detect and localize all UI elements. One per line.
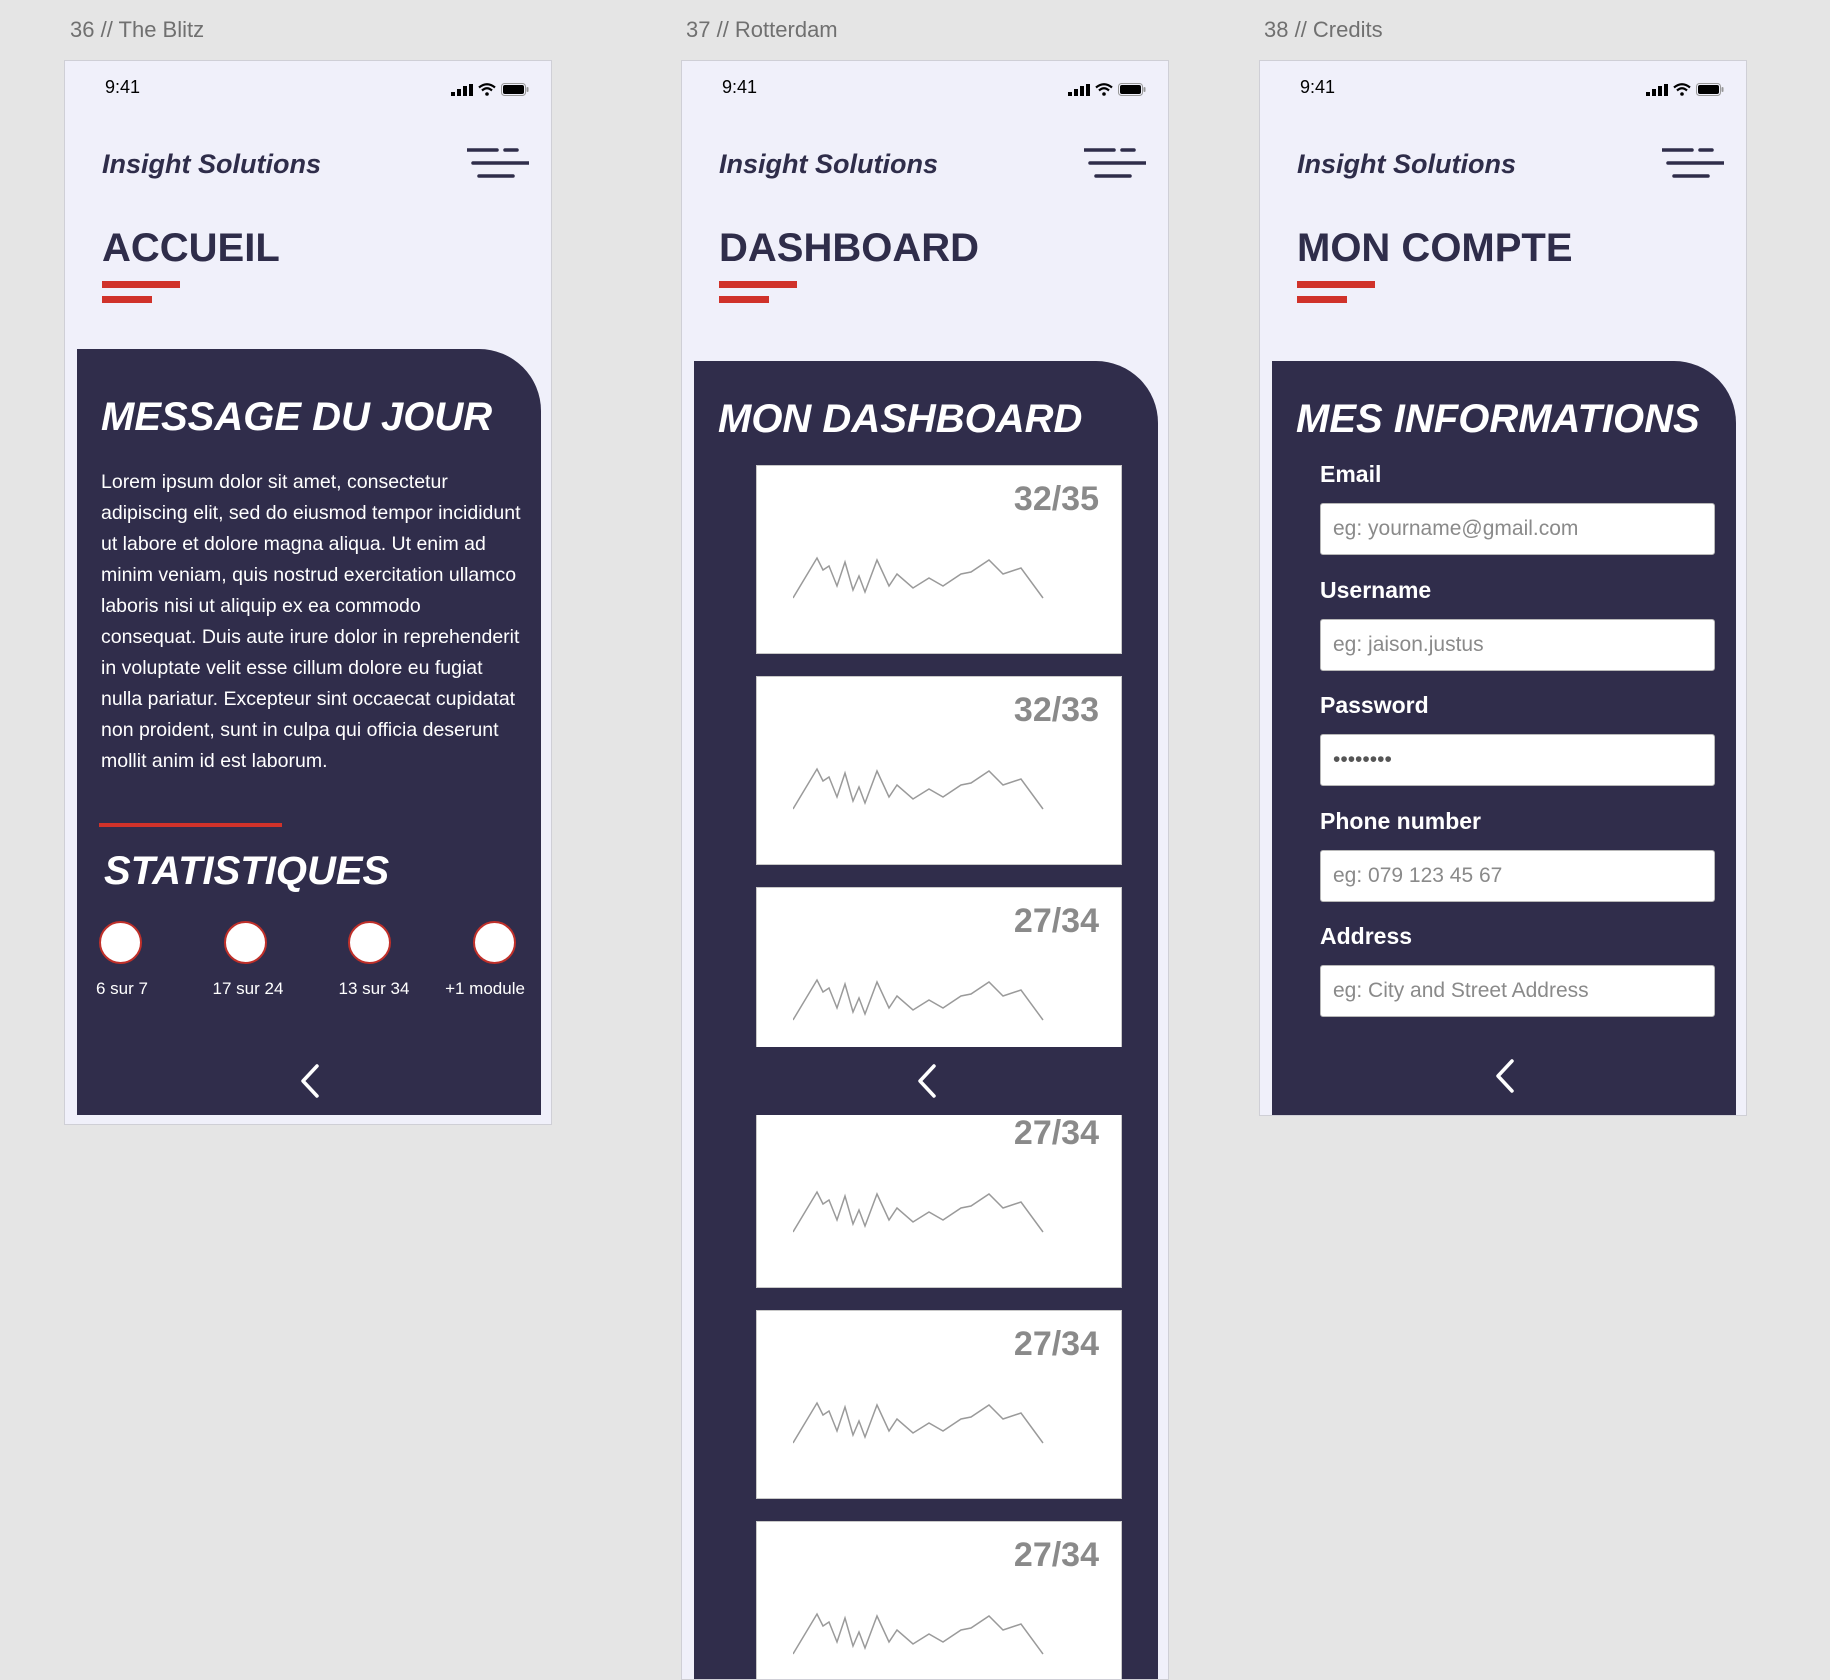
dashboard-panel: MON DASHBOARD 32/35 32/33 27/34 27/34 27… <box>694 361 1158 1679</box>
title-underline <box>719 281 797 288</box>
phone-field[interactable] <box>1320 850 1715 902</box>
card-value: 27/34 <box>1013 1114 1099 1152</box>
signal-icon <box>1068 83 1090 96</box>
stat-circle-1 <box>99 921 142 964</box>
menu-lines-icon[interactable] <box>1084 147 1146 181</box>
card-value: 27/34 <box>1013 1536 1099 1574</box>
title-underline <box>102 281 180 288</box>
status-time: 9:41 <box>105 77 141 97</box>
stat-circle-4 <box>473 921 516 964</box>
message-title: MESSAGE DU JOUR <box>101 395 493 439</box>
dashboard-card[interactable]: 27/34 <box>756 1310 1122 1499</box>
card-value: 27/34 <box>1013 1325 1099 1363</box>
card-value: 32/33 <box>1013 691 1099 729</box>
title-underline <box>1297 281 1375 288</box>
brand-name: Insight Solutions <box>1297 149 1516 179</box>
chevron-left-icon[interactable] <box>299 1063 321 1099</box>
stat-label-2: 17 sur 24 <box>212 979 284 998</box>
title-underline-short <box>102 296 152 303</box>
status-icons <box>1068 83 1146 96</box>
phone-compte: 9:41 Insight Solutions MON COMPTE MES IN… <box>1259 60 1747 1116</box>
dashboard-card[interactable]: 32/33 <box>756 676 1122 865</box>
artboard-label-rotterdam: 37 // Rotterdam <box>686 17 838 42</box>
phone-accueil: 9:41 Insight Solutions ACCUEIL MESSAGE D… <box>64 60 552 1125</box>
username-field[interactable] <box>1320 619 1715 671</box>
address-label: Address <box>1320 923 1413 949</box>
stat-label-3: 13 sur 34 <box>338 979 410 998</box>
battery-icon <box>1118 83 1146 96</box>
status-time: 9:41 <box>1300 77 1336 97</box>
stats-title: STATISTIQUES <box>104 849 390 893</box>
sparkline-chart <box>793 1612 1044 1655</box>
status-icons <box>1646 83 1724 96</box>
username-label: Username <box>1320 577 1432 603</box>
page-title: DASHBOARD <box>719 226 979 270</box>
sparkline-chart <box>793 767 1044 810</box>
sparkline-chart <box>793 1190 1044 1233</box>
password-field[interactable] <box>1320 734 1715 786</box>
title-underline-short <box>719 296 769 303</box>
dashboard-panel-title: MON DASHBOARD <box>718 397 1083 441</box>
wifi-icon <box>1095 83 1113 96</box>
dashboard-card[interactable]: 27/34 <box>756 1099 1122 1288</box>
section-divider <box>99 823 282 827</box>
sparkline-chart <box>793 978 1044 1021</box>
sparkline-chart <box>793 556 1044 599</box>
dashboard-card[interactable]: 32/35 <box>756 465 1122 654</box>
page-title: ACCUEIL <box>102 226 280 270</box>
signal-icon <box>451 83 473 96</box>
card-value: 27/34 <box>1013 902 1099 940</box>
phone-label: Phone number <box>1320 808 1482 834</box>
signal-icon <box>1646 83 1668 96</box>
message-body: Lorem ipsum dolor sit amet, consectetur … <box>101 471 521 772</box>
battery-icon <box>501 83 529 96</box>
stat-label-1: 6 sur 7 <box>96 979 148 998</box>
status-time: 9:41 <box>722 77 758 97</box>
email-label: Email <box>1320 461 1382 487</box>
message-panel: MESSAGE DU JOUR Lorem ipsum dolor sit am… <box>77 349 541 1115</box>
page-title: MON COMPTE <box>1297 226 1573 270</box>
account-panel: MES INFORMATIONS Email Username Password… <box>1272 361 1736 1115</box>
address-field[interactable] <box>1320 965 1715 1017</box>
brand-name: Insight Solutions <box>102 149 321 179</box>
wifi-icon <box>1673 83 1691 96</box>
menu-lines-icon[interactable] <box>1662 147 1724 181</box>
card-value: 32/35 <box>1013 480 1099 518</box>
chevron-left-icon[interactable] <box>1494 1058 1516 1094</box>
account-panel-title: MES INFORMATIONS <box>1296 397 1700 441</box>
status-icons <box>451 83 529 96</box>
title-underline-short <box>1297 296 1347 303</box>
bottom-nav-bar <box>694 1047 1158 1115</box>
dashboard-card[interactable]: 27/34 <box>756 1521 1122 1679</box>
artboard-label-blitz: 36 // The Blitz <box>70 17 205 42</box>
email-field[interactable] <box>1320 503 1715 555</box>
brand-name: Insight Solutions <box>719 149 938 179</box>
menu-lines-icon[interactable] <box>467 147 529 181</box>
wifi-icon <box>478 83 496 96</box>
phone-dashboard: 9:41 Insight Solutions DASHBOARD MON DAS… <box>681 60 1169 1680</box>
chevron-left-icon[interactable] <box>916 1063 938 1099</box>
stat-circle-2 <box>224 921 267 964</box>
artboard-label-credits: 38 // Credits <box>1264 17 1383 42</box>
battery-icon <box>1696 83 1724 96</box>
stat-label-4: +1 module <box>445 979 525 998</box>
password-label: Password <box>1320 692 1429 718</box>
sparkline-chart <box>793 1401 1044 1444</box>
stat-circle-3 <box>348 921 391 964</box>
